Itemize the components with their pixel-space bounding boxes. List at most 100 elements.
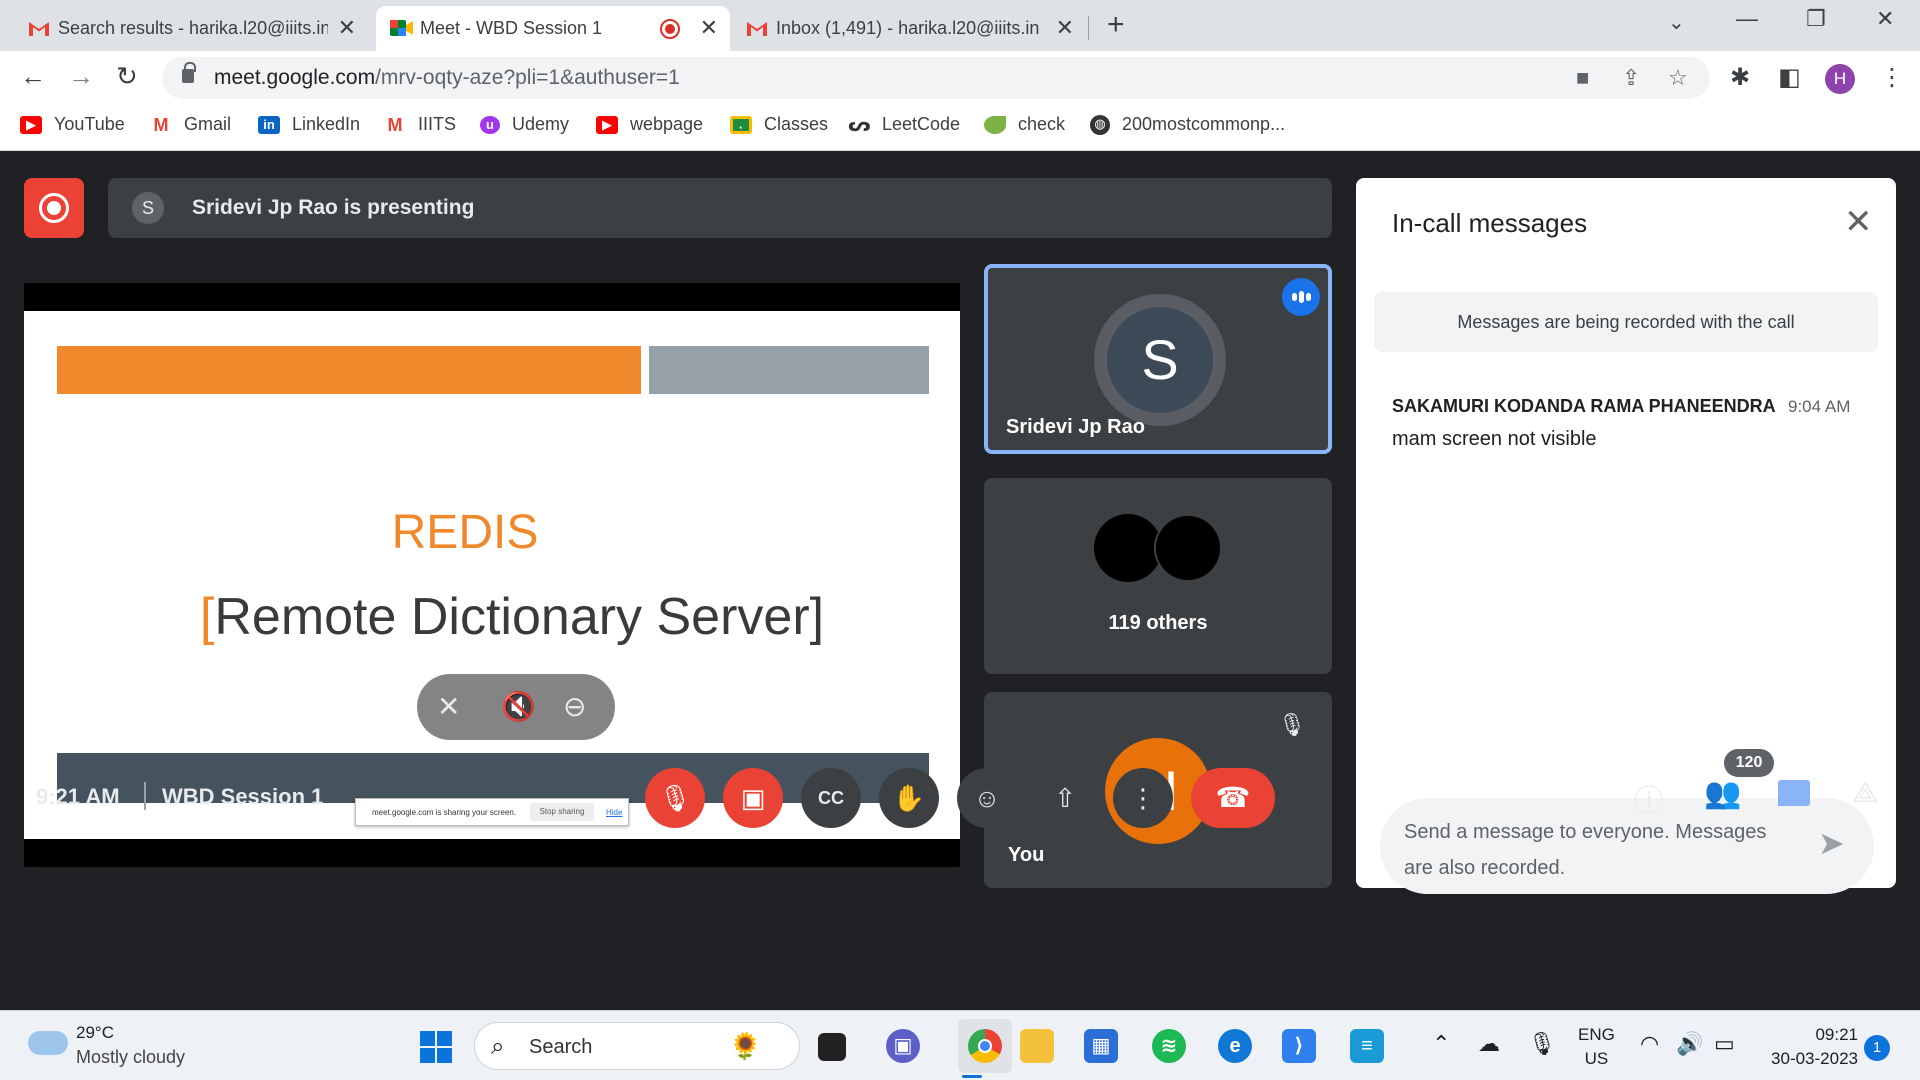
url-text: meet.google.com/mrv-oqty-aze?pli=1&authu… — [214, 66, 680, 89]
vscode-icon[interactable]: ⟩ — [1282, 1029, 1316, 1063]
panel-title: In-call messages — [1392, 208, 1588, 238]
extensions-puzzle-icon[interactable]: ✱ — [1730, 63, 1750, 92]
wifi-icon[interactable]: ◠ — [1640, 1031, 1659, 1057]
activities-icon[interactable]: ⟁ — [1852, 776, 1879, 810]
slide-title: REDIS — [391, 506, 539, 559]
minimize-icon[interactable]: — — [1736, 6, 1758, 32]
reactions-button[interactable]: ☺ — [957, 768, 1017, 828]
recording-button[interactable] — [24, 178, 84, 238]
taskbar-search[interactable]: ⌕ Search 🌻 — [474, 1022, 800, 1070]
leave-call-button[interactable]: ☎ — [1191, 768, 1275, 828]
bookmark-star-icon[interactable]: ☆ — [1668, 65, 1688, 91]
bookmark-200mostcommon[interactable]: ◍ 200mostcommonp... — [1090, 114, 1285, 135]
tab-inbox[interactable]: Inbox (1,491) - harika.l20@iiits.in ✕ — [732, 6, 1086, 51]
language-indicator[interactable]: ENG US — [1578, 1023, 1615, 1071]
message-sender: SAKAMURI KODANDA RAMA PHANEENDRA — [1392, 396, 1776, 416]
tile-others[interactable]: 119 others — [984, 478, 1332, 674]
camera-off-button[interactable]: ▣ — [723, 768, 783, 828]
presenting-text: Sridevi Jp Rao is presenting — [192, 196, 475, 219]
menu-kebab-icon[interactable]: ⋮ — [1880, 63, 1904, 92]
bookmark-check[interactable]: check — [984, 114, 1065, 135]
presentation-controls: ✕ 🔇 ⊖ — [417, 674, 615, 740]
more-options-button[interactable]: ⋮ — [1113, 768, 1173, 828]
share-icon[interactable]: ⇪ — [1622, 65, 1640, 91]
meet-icon — [390, 19, 413, 37]
tab-search-results[interactable]: Search results - harika.l20@iiits.in ✕ — [14, 6, 368, 51]
unpin-icon[interactable]: ✕ — [437, 690, 460, 723]
microphone-icon[interactable]: 🎙 — [1528, 1031, 1556, 1057]
close-tab-icon[interactable]: ✕ — [1056, 15, 1074, 41]
profile-avatar[interactable]: H — [1825, 64, 1855, 94]
message-text: mam screen not visible — [1392, 428, 1597, 450]
mic-off-button[interactable]: 🎙 — [645, 768, 705, 828]
camera-in-use-icon[interactable]: ■ — [1576, 65, 1589, 91]
bookmark-gmail[interactable]: M Gmail — [150, 114, 232, 135]
remove-icon[interactable]: ⊖ — [563, 690, 586, 723]
bookmarks-bar: ▶ YouTube M Gmail in LinkedIn M IIITS u Udemy… — [0, 105, 1920, 151]
notification-badge[interactable]: 1 — [1864, 1035, 1890, 1061]
you-label: You — [1008, 844, 1045, 866]
tab-meet[interactable]: Meet - WBD Session 1 ✕ — [376, 6, 730, 51]
presenter-avatar: S — [132, 192, 164, 224]
close-tab-icon[interactable]: ✕ — [338, 15, 356, 41]
teams-chat-icon[interactable]: ▣ — [886, 1029, 920, 1063]
spotify-icon[interactable]: ≋ — [1152, 1029, 1186, 1063]
back-arrow-icon[interactable]: ← — [20, 61, 46, 92]
temperature[interactable]: 29°C — [76, 1023, 114, 1043]
microsoft-store-icon[interactable]: ▦ — [1084, 1029, 1118, 1063]
captions-button[interactable]: CC — [801, 768, 861, 828]
bookmark-udemy[interactable]: u Udemy — [480, 114, 569, 135]
weather-condition[interactable]: Mostly cloudy — [76, 1047, 185, 1068]
slide: REDIS [Remote Dictionary Server] meet.go… — [24, 311, 960, 839]
youtube-icon: ▶ — [596, 115, 618, 134]
hide-link[interactable]: Hide — [606, 808, 622, 817]
chat-icon[interactable] — [1778, 780, 1810, 806]
message-input[interactable]: Send a message to everyone. Messages are… — [1380, 798, 1874, 894]
volume-icon[interactable]: 🔊 — [1676, 1031, 1703, 1057]
mute-audio-icon[interactable]: 🔇 — [501, 690, 536, 723]
tile-speaker[interactable]: S Sridevi Jp Rao — [984, 264, 1332, 454]
bookmark-linkedin[interactable]: in LinkedIn — [258, 114, 360, 135]
meeting-info-icon[interactable]: ⓘ — [1634, 776, 1664, 820]
close-window-icon[interactable]: ✕ — [1876, 6, 1894, 32]
system-clock[interactable]: 09:21 30-03-2023 — [1748, 1023, 1858, 1071]
screen-share-notice: meet.google.com is sharing your screen. … — [355, 798, 629, 826]
people-icon[interactable]: 👥 — [1704, 776, 1741, 811]
meet-app: S Sridevi Jp Rao is presenting REDIS [Re… — [0, 152, 1920, 1010]
close-panel-icon[interactable]: ✕ — [1844, 202, 1873, 242]
side-panel-icon[interactable]: ◧ — [1778, 63, 1801, 92]
bookmark-webpage[interactable]: ▶ webpage — [596, 114, 703, 135]
stop-sharing-button[interactable]: Stop sharing — [530, 803, 594, 821]
close-tab-icon[interactable]: ✕ — [700, 15, 718, 41]
send-icon[interactable]: ➤ — [1818, 824, 1845, 862]
bottom-divider — [144, 782, 146, 810]
new-tab-plus-icon[interactable]: + — [1107, 8, 1125, 42]
file-explorer-icon[interactable] — [1020, 1029, 1054, 1063]
bookmark-classes[interactable]: · Classes — [730, 114, 828, 135]
onedrive-icon[interactable]: ☁ — [1478, 1031, 1500, 1057]
tab-strip: Search results - harika.l20@iiits.in ✕ M… — [0, 0, 1920, 51]
bookmark-iiits[interactable]: M IIITS — [384, 114, 457, 135]
raise-hand-button[interactable]: ✋ — [879, 768, 939, 828]
restore-icon[interactable]: ❐ — [1806, 6, 1826, 32]
tab-search-chevron-icon[interactable]: ⌄ — [1668, 10, 1685, 35]
edge-icon[interactable]: e — [1218, 1029, 1252, 1063]
task-view-icon[interactable] — [818, 1033, 846, 1061]
forward-arrow-icon[interactable]: → — [68, 61, 94, 92]
bookmark-leetcode[interactable]: ᔕ LeetCode — [848, 114, 960, 135]
show-hidden-icons-chevron-icon[interactable]: ⌃ — [1432, 1031, 1450, 1057]
presenting-banner: S Sridevi Jp Rao is presenting — [108, 178, 1332, 238]
address-bar[interactable]: meet.google.com/mrv-oqty-aze?pli=1&authu… — [162, 57, 1710, 99]
gmail-icon: M — [387, 114, 403, 135]
reload-icon[interactable]: ↻ — [116, 61, 138, 92]
windows-start-icon[interactable] — [420, 1031, 452, 1063]
captions-icon: CC — [818, 788, 844, 808]
participant-avatar — [1154, 514, 1222, 582]
weather-cloud-icon[interactable] — [28, 1021, 68, 1055]
bookmark-youtube[interactable]: ▶ YouTube — [20, 114, 125, 135]
notepad-icon[interactable]: ≡ — [1350, 1029, 1384, 1063]
present-button[interactable]: ⇧ — [1035, 768, 1095, 828]
battery-icon[interactable]: ▭ — [1714, 1031, 1735, 1057]
linkedin-icon: in — [258, 115, 280, 134]
chrome-icon[interactable] — [968, 1029, 1002, 1063]
